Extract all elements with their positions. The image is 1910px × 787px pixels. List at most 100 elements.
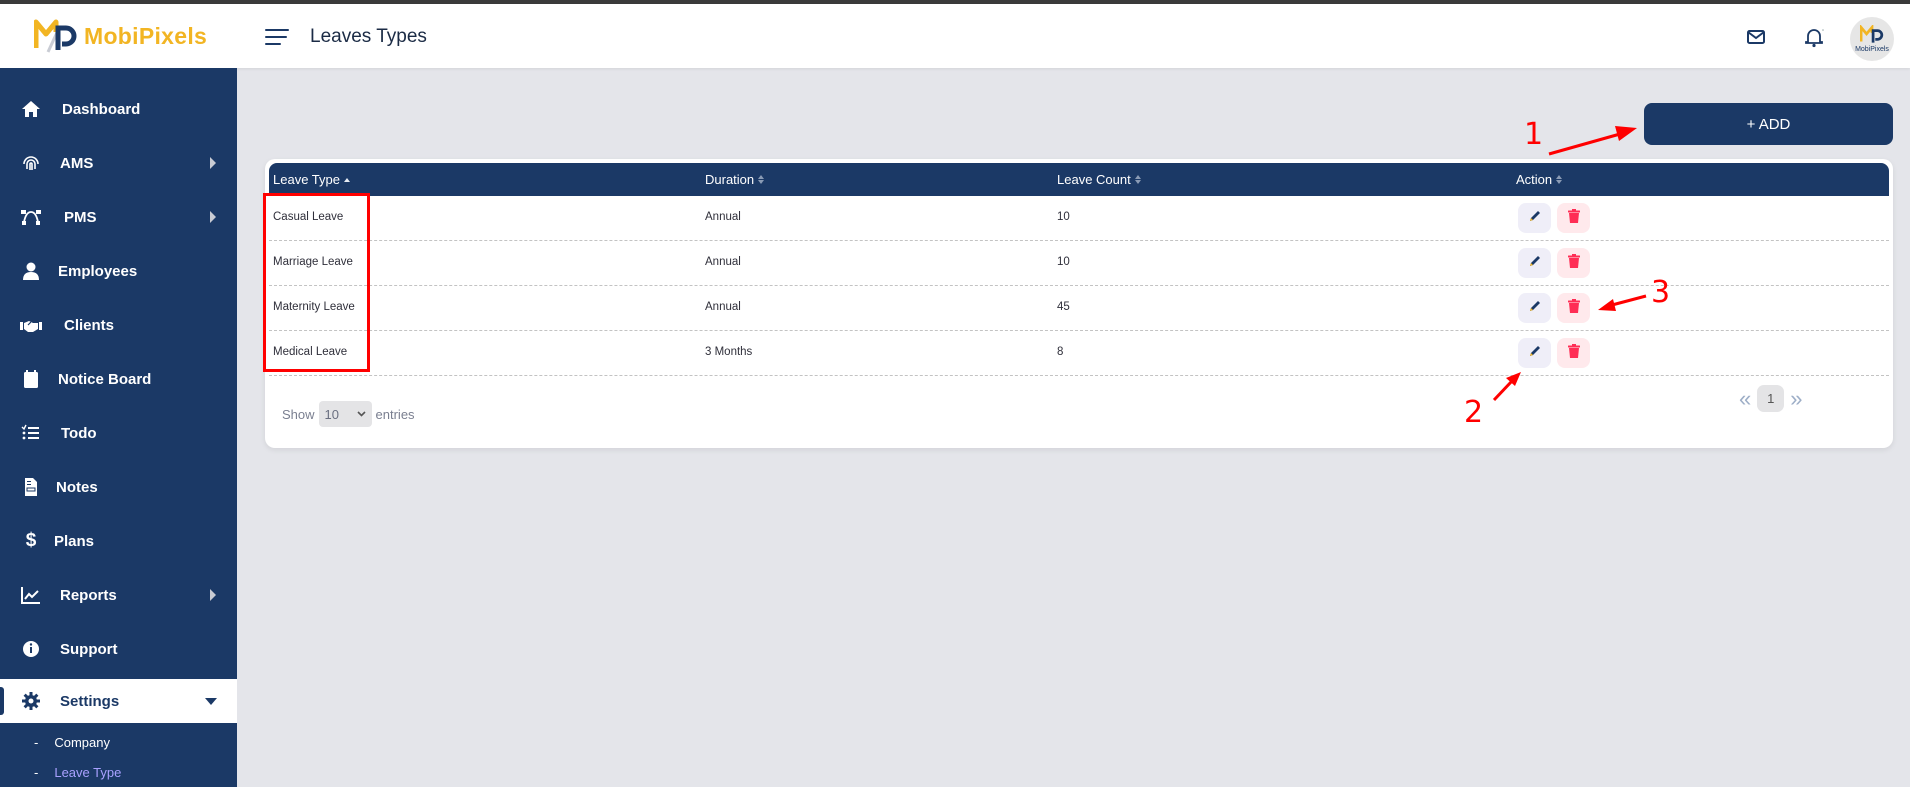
chevron-down-icon xyxy=(205,697,217,705)
chart-icon xyxy=(21,587,40,604)
menu-toggle-icon[interactable] xyxy=(265,29,289,47)
sidebar-item-reports[interactable]: Reports xyxy=(0,573,237,617)
chevron-right-icon xyxy=(210,211,216,223)
sidebar-item-notice-board[interactable]: Notice Board xyxy=(0,357,237,401)
sidebar-item-label: Settings xyxy=(60,692,120,710)
fingerprint-icon xyxy=(23,156,39,170)
sidebar-item-label: Notice Board xyxy=(58,370,152,388)
cell-duration: Annual xyxy=(705,301,741,313)
mp-logo-icon xyxy=(34,19,77,53)
delete-button[interactable] xyxy=(1557,203,1590,233)
sidebar-item-employees[interactable]: Employees xyxy=(0,249,237,293)
pagination: « 1 » xyxy=(1739,385,1803,412)
annotation-label-1: 1 xyxy=(1524,117,1544,152)
trash-icon xyxy=(1567,298,1580,318)
prev-page-button[interactable]: « xyxy=(1739,387,1751,410)
sub-bullet: - xyxy=(34,765,39,780)
sidebar-item-ams[interactable]: AMS xyxy=(0,141,237,185)
sidebar-item-clients[interactable]: Clients xyxy=(0,303,237,347)
trash-icon xyxy=(1567,253,1580,273)
sidebar-item-label: Dashboard xyxy=(62,100,141,118)
sidebar-item-label: AMS xyxy=(60,154,94,172)
chevron-right-icon xyxy=(210,157,216,169)
delete-button[interactable] xyxy=(1557,248,1590,278)
sidebar-item-label: Todo xyxy=(61,424,97,442)
bell-icon[interactable] xyxy=(1803,26,1825,48)
edit-button[interactable] xyxy=(1518,293,1551,323)
annotation-label-2: 2 xyxy=(1464,395,1484,430)
edit-button[interactable] xyxy=(1518,338,1551,368)
sidebar-subitem-company[interactable]: - Company xyxy=(34,735,110,750)
table-row: Marriage Leave Annual 10 xyxy=(269,241,1889,286)
table-row: Casual Leave Annual 10 xyxy=(269,196,1889,241)
page-title: Leaves Types xyxy=(310,26,427,47)
column-header-leave-type[interactable]: Leave Type xyxy=(273,172,350,187)
pencil-icon xyxy=(1528,344,1542,363)
column-label: Leave Count xyxy=(1057,172,1131,187)
entries-length-control: Show 10 entries xyxy=(282,401,415,427)
sidebar-item-dashboard[interactable]: Dashboard xyxy=(0,87,237,131)
chevron-down-icon xyxy=(356,411,366,417)
calendar-icon xyxy=(24,370,38,388)
entries-select[interactable]: 10 xyxy=(318,401,372,427)
user-icon xyxy=(23,262,39,280)
bezier-icon xyxy=(21,210,41,225)
home-icon xyxy=(22,101,40,117)
sidebar-item-plans[interactable]: $ Plans xyxy=(0,519,237,563)
sidebar-subitem-leave-type[interactable]: - Leave Type xyxy=(34,765,121,780)
column-label: Leave Type xyxy=(273,172,340,187)
sort-icon xyxy=(758,175,765,184)
sub-label: Company xyxy=(54,735,110,750)
edit-button[interactable] xyxy=(1518,248,1551,278)
annotation-arrowhead-1 xyxy=(1615,126,1637,141)
table-row: Maternity Leave Annual 45 xyxy=(269,286,1889,331)
cell-leave-count: 8 xyxy=(1057,346,1064,358)
add-leave-type-button[interactable]: + ADD xyxy=(1644,103,1893,145)
cell-duration: Annual xyxy=(705,211,741,223)
note-icon xyxy=(25,478,37,496)
cell-duration: 3 Months xyxy=(705,346,753,358)
column-label: Duration xyxy=(705,172,755,187)
cell-leave-count: 10 xyxy=(1057,256,1070,268)
sidebar-item-label: Clients xyxy=(64,316,115,334)
checklist-icon xyxy=(21,424,39,440)
mail-icon[interactable] xyxy=(1745,26,1767,48)
column-header-leave-count[interactable]: Leave Count xyxy=(1057,172,1141,187)
leave-types-card: Leave Type Duration Leave Count Action C… xyxy=(265,159,1893,448)
edit-button[interactable] xyxy=(1518,203,1551,233)
sort-icon xyxy=(1134,175,1141,184)
brand-name: MobiPixels xyxy=(84,22,208,49)
sidebar-item-notes[interactable]: Notes xyxy=(0,465,237,509)
handshake-icon xyxy=(20,321,42,332)
delete-button[interactable] xyxy=(1557,293,1590,323)
sub-bullet: - xyxy=(34,735,39,750)
sidebar-item-label: Notes xyxy=(56,478,98,496)
sort-icon xyxy=(1556,175,1563,184)
table-row: Medical Leave 3 Months 8 xyxy=(269,331,1889,376)
avatar-logo-icon xyxy=(1860,25,1884,43)
column-header-duration[interactable]: Duration xyxy=(705,172,765,187)
dollar-icon: $ xyxy=(25,530,37,551)
sidebar-item-label: PMS xyxy=(64,208,97,226)
page-1-button[interactable]: 1 xyxy=(1757,385,1785,412)
delete-button[interactable] xyxy=(1557,338,1590,368)
user-avatar[interactable]: MobiPixels xyxy=(1850,17,1894,61)
trash-icon xyxy=(1567,208,1580,228)
sidebar-item-settings[interactable]: Settings xyxy=(0,679,237,723)
next-page-button[interactable]: » xyxy=(1790,387,1802,410)
column-label: Action xyxy=(1516,172,1553,187)
brand-logo[interactable]: MobiPixels xyxy=(34,18,207,54)
annotation-label-3: 3 xyxy=(1651,275,1671,310)
sidebar-item-pms[interactable]: PMS xyxy=(0,195,237,239)
top-header: MobiPixels Leaves Types MobiPixels xyxy=(0,4,1910,68)
table-header: Leave Type Duration Leave Count Action xyxy=(269,163,1889,196)
entries-label: entries xyxy=(375,406,415,422)
cell-duration: Annual xyxy=(705,256,741,268)
sidebar-item-todo[interactable]: Todo xyxy=(0,411,237,455)
column-header-action[interactable]: Action xyxy=(1516,172,1563,187)
entries-value: 10 xyxy=(324,406,339,422)
sidebar-item-label: Reports xyxy=(60,586,117,604)
show-label: Show xyxy=(282,406,315,422)
avatar-label: MobiPixels xyxy=(1855,46,1889,53)
sidebar-item-support[interactable]: Support xyxy=(0,627,237,671)
